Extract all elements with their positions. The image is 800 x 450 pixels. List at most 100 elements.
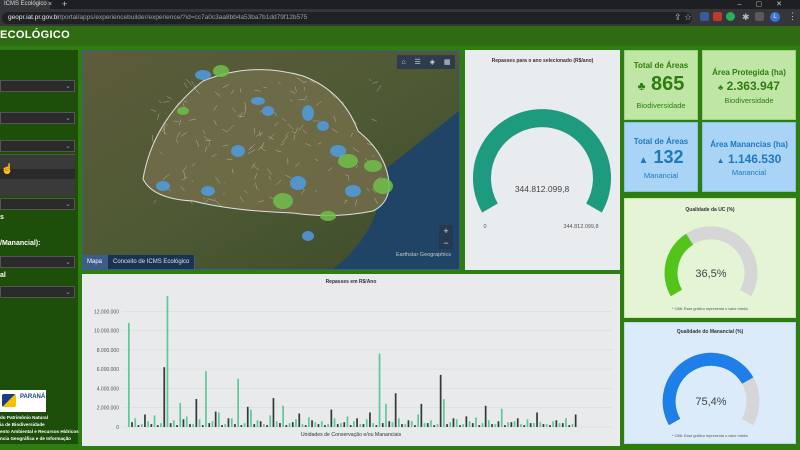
bar[interactable] (539, 422, 542, 427)
bar[interactable] (462, 424, 464, 427)
bar[interactable] (452, 418, 455, 427)
bar[interactable] (221, 425, 223, 427)
bar[interactable] (388, 421, 391, 427)
bar[interactable] (516, 418, 519, 427)
bar[interactable] (266, 425, 268, 427)
close-tab-icon[interactable]: × (48, 0, 52, 9)
bar[interactable] (333, 418, 336, 427)
satellite-map[interactable] (83, 51, 459, 269)
bar[interactable] (394, 393, 397, 428)
conservation-area[interactable] (156, 181, 170, 191)
conservation-area[interactable] (262, 106, 274, 116)
bar[interactable] (163, 367, 166, 427)
bar[interactable] (398, 418, 400, 427)
extension-icon[interactable] (700, 12, 709, 21)
bar[interactable] (173, 420, 175, 428)
conservation-area[interactable] (231, 145, 245, 157)
bar[interactable] (536, 412, 538, 428)
bookmark-star-icon[interactable]: ☆ (684, 12, 692, 23)
bar[interactable] (282, 405, 284, 427)
bar[interactable] (381, 423, 384, 427)
zoom-out-button[interactable]: − (439, 237, 453, 249)
bar[interactable] (205, 371, 207, 427)
bar[interactable] (465, 416, 468, 427)
bar[interactable] (275, 421, 278, 427)
bar[interactable] (407, 420, 410, 428)
bar[interactable] (182, 419, 185, 427)
legend-icon[interactable]: ☰ (415, 58, 421, 66)
bar[interactable] (340, 423, 342, 427)
bar[interactable] (353, 421, 355, 427)
bar[interactable] (378, 353, 381, 427)
bar[interactable] (561, 423, 564, 427)
window-controls[interactable]: –▢✕ (738, 0, 796, 9)
bar[interactable] (410, 421, 413, 427)
bar[interactable] (198, 419, 201, 427)
bar[interactable] (359, 424, 362, 427)
conservation-area[interactable] (302, 105, 314, 121)
filter-select[interactable]: ⌄ (0, 256, 75, 268)
bar[interactable] (513, 421, 516, 427)
bar[interactable] (234, 424, 236, 427)
bar[interactable] (291, 422, 294, 427)
bar[interactable] (494, 424, 497, 427)
bar[interactable] (166, 295, 169, 427)
bar[interactable] (436, 424, 439, 427)
media-icon[interactable] (755, 12, 764, 21)
bar[interactable] (362, 424, 365, 427)
extensions-puzzle-icon[interactable]: ✱ (742, 12, 750, 23)
bar[interactable] (558, 423, 561, 427)
bar[interactable] (414, 425, 416, 427)
conservation-area[interactable] (201, 186, 215, 196)
bar[interactable] (568, 425, 571, 427)
bar[interactable] (375, 425, 378, 427)
bar[interactable] (520, 424, 522, 427)
bar[interactable] (298, 413, 301, 428)
bar[interactable] (491, 424, 493, 427)
home-icon[interactable]: ⌂ (401, 59, 405, 66)
bar[interactable] (285, 425, 288, 427)
filter-options-list[interactable] (0, 154, 75, 196)
bar[interactable] (156, 425, 159, 427)
bar[interactable] (446, 424, 448, 427)
conservation-area[interactable] (345, 185, 361, 197)
conservation-area[interactable] (317, 121, 329, 131)
bar[interactable] (346, 416, 349, 427)
conservation-area[interactable] (373, 178, 393, 194)
bar[interactable] (510, 422, 513, 427)
bar[interactable] (195, 399, 198, 427)
new-tab-icon[interactable]: + (62, 0, 67, 9)
bar[interactable] (423, 423, 426, 427)
bar[interactable] (185, 416, 188, 427)
bar[interactable] (385, 403, 387, 427)
bar[interactable] (179, 402, 182, 427)
bar[interactable] (449, 422, 452, 427)
bar[interactable] (214, 411, 217, 427)
bar[interactable] (211, 421, 214, 427)
bar[interactable] (295, 419, 297, 427)
bar[interactable] (426, 423, 429, 427)
bar[interactable] (336, 424, 339, 427)
bar[interactable] (246, 406, 249, 428)
bar[interactable] (529, 423, 532, 427)
bar[interactable] (433, 425, 436, 427)
basemap-icon[interactable]: ▦ (444, 58, 451, 66)
bar[interactable] (417, 414, 419, 428)
bar[interactable] (475, 417, 477, 427)
bar[interactable] (439, 374, 442, 427)
bar[interactable] (243, 423, 246, 427)
bar[interactable] (327, 424, 329, 427)
bar[interactable] (484, 405, 487, 427)
filter-select[interactable]: ⌄ (0, 112, 75, 124)
bar[interactable] (137, 425, 140, 427)
conservation-area[interactable] (338, 154, 358, 168)
bar[interactable] (128, 322, 130, 427)
bar[interactable] (459, 425, 461, 427)
bar[interactable] (552, 421, 554, 427)
filter-select[interactable]: ⌄ (0, 140, 75, 152)
bar[interactable] (259, 421, 262, 427)
conservation-area[interactable] (290, 176, 306, 190)
bar[interactable] (523, 425, 526, 427)
bar[interactable] (565, 418, 567, 427)
bar[interactable] (218, 412, 220, 428)
